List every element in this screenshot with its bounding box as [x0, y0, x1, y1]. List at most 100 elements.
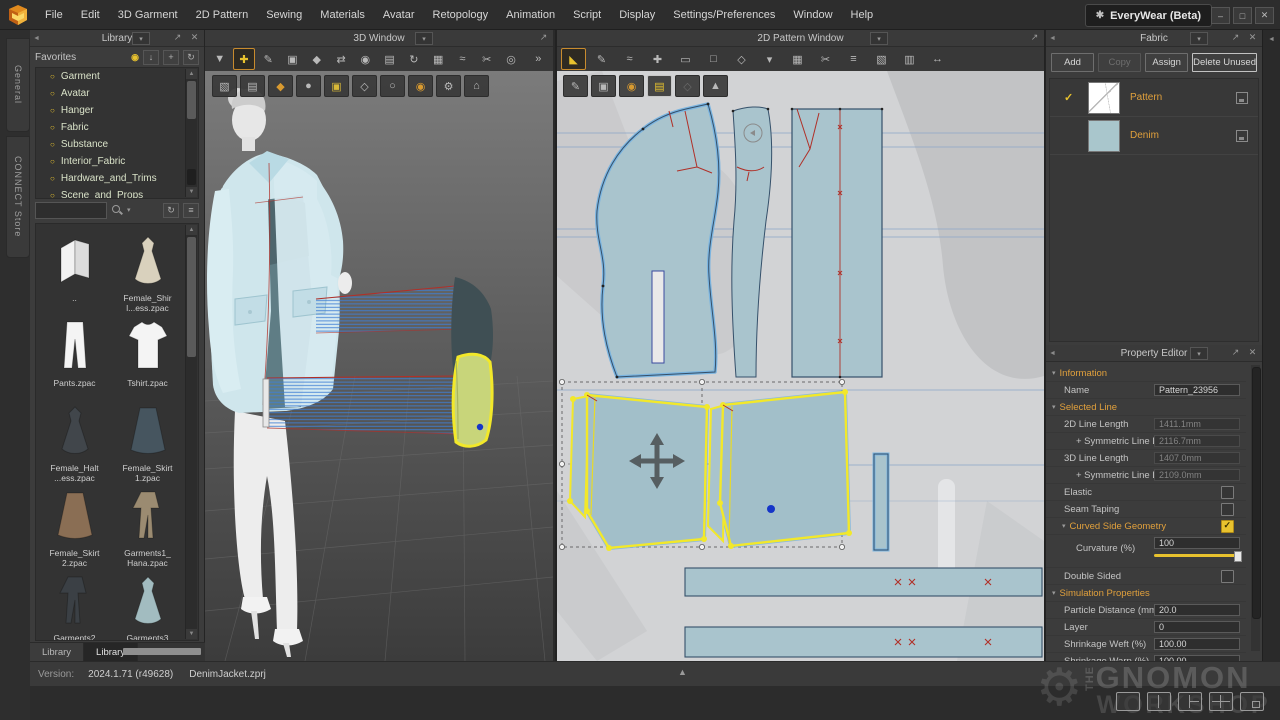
menu-window[interactable]: Window	[784, 0, 841, 30]
close-icon[interactable]: ✕	[1246, 346, 1259, 359]
library-item-garments1-hana-zpac[interactable]: Garments1_Hana.zpac	[111, 485, 184, 569]
favorite-avatar[interactable]: ○Avatar	[36, 85, 198, 102]
cut-and-sew-icon[interactable]: ✂	[813, 48, 838, 70]
import-icon[interactable]: ↓	[143, 50, 159, 65]
pattern-note-icon[interactable]: ▤	[647, 75, 672, 97]
favorite-hanger[interactable]: ○Hanger	[36, 102, 198, 119]
maximize-window-button[interactable]: □	[1233, 7, 1252, 24]
property-scrollbar[interactable]	[1251, 365, 1260, 651]
popout-icon[interactable]: ↗	[1229, 346, 1242, 359]
field-layer[interactable]: 0	[1154, 621, 1240, 633]
library-item-female-skirt-1-zpac[interactable]: Female_Skirt1.zpac	[111, 400, 184, 484]
library-item-pants-zpac[interactable]: Pants.zpac	[38, 315, 111, 399]
layout-quad-icon[interactable]	[1209, 692, 1233, 711]
delete-unused-button[interactable]: Delete Unused	[1192, 53, 1257, 72]
copy-button[interactable]: Copy	[1098, 53, 1141, 72]
dock-pin-icon[interactable]: ◄	[1049, 350, 1056, 357]
select-move-icon[interactable]: ✚	[233, 48, 254, 70]
texture-edit-icon[interactable]: ▧	[869, 48, 894, 70]
popout-icon[interactable]: ↗	[1028, 31, 1041, 44]
menu-avatar[interactable]: Avatar	[374, 0, 424, 30]
search-caret-icon[interactable]: ▾	[127, 206, 131, 214]
measure-icon[interactable]: ↔	[925, 48, 950, 70]
close-icon[interactable]: ✕	[188, 31, 201, 44]
side-tab-connect-store[interactable]: CONNECT Store	[6, 136, 30, 258]
menu-edit[interactable]: Edit	[72, 0, 109, 30]
select-pin-icon[interactable]: ✎	[258, 48, 279, 70]
sewing-lines-icon[interactable]: ≈	[452, 48, 473, 70]
add-button[interactable]: Add	[1051, 53, 1094, 72]
simulation-property-icon[interactable]: ◆	[268, 75, 293, 97]
checkbox-seam-taping[interactable]	[1221, 503, 1234, 516]
layout-column-sub-icon[interactable]	[1178, 692, 1202, 711]
menu-settings-preferences[interactable]: Settings/Preferences	[664, 0, 784, 30]
show-cloth-icon[interactable]: ▤	[240, 75, 265, 97]
pattern-piece-back-panel[interactable]	[791, 108, 884, 379]
favorites-scrollbar[interactable]: ▲ ▼	[185, 69, 197, 197]
scissors-icon[interactable]: ✂	[476, 48, 497, 70]
selected-piece-3d[interactable]	[453, 354, 492, 446]
library-item-female-shir-l-ess-zpac[interactable]: Female_Shirl...ess.zpac	[111, 230, 184, 314]
render-settings-icon[interactable]: ⚙	[436, 75, 461, 97]
menu-sewing[interactable]: Sewing	[257, 0, 311, 30]
transform-pattern-icon[interactable]: ◣	[561, 48, 586, 70]
show-notes-icon[interactable]: ▣	[324, 75, 349, 97]
stripe-tool-icon[interactable]: ▥	[897, 48, 922, 70]
move-gizmo-icon[interactable]: ◉	[355, 48, 376, 70]
popout-icon[interactable]: ↗	[1229, 31, 1242, 44]
add-point-icon[interactable]: ✚	[645, 48, 670, 70]
menu-file[interactable]: File	[36, 0, 72, 30]
dock-pin-icon[interactable]: ◄	[1049, 35, 1056, 42]
pin-tool-icon[interactable]: ◆	[306, 48, 327, 70]
polygon-icon[interactable]: ▭	[673, 48, 698, 70]
menu-display[interactable]: Display	[610, 0, 664, 30]
favorite-hardware-and-trims[interactable]: ○Hardware_and_Trims	[36, 170, 198, 187]
section-simulation-properties[interactable]: ▾Simulation Properties	[1046, 585, 1246, 602]
section-information[interactable]: ▾Information	[1046, 365, 1246, 382]
menu-retopology[interactable]: Retopology	[424, 0, 498, 30]
menu-materials[interactable]: Materials	[311, 0, 374, 30]
tabs-scroll-track[interactable]	[123, 648, 201, 655]
pattern-piece-waistband-2[interactable]	[685, 627, 1042, 657]
texture-surface-icon[interactable]: ◉	[408, 75, 433, 97]
list-view-icon[interactable]: ≡	[183, 203, 199, 218]
menu-2d-pattern[interactable]: 2D Pattern	[187, 0, 258, 30]
everywear-button[interactable]: ✱ EveryWear (Beta)	[1085, 4, 1212, 27]
export-pattern-icon[interactable]: ▲	[703, 75, 728, 97]
save-icon[interactable]	[1236, 130, 1248, 142]
edit-curvature-icon[interactable]: ≈	[617, 48, 642, 70]
save-icon[interactable]	[1236, 92, 1248, 104]
pattern-piece-waistband-1[interactable]	[685, 568, 1042, 596]
checkbox-double-sided[interactable]	[1221, 570, 1234, 583]
menu-3d-garment[interactable]: 3D Garment	[109, 0, 187, 30]
library-dropdown[interactable]: ▾	[132, 32, 150, 45]
pattern-piece-strip[interactable]	[874, 454, 888, 550]
menu-help[interactable]: Help	[842, 0, 883, 30]
section-curved-side-geometry[interactable]: ▾Curved Side Geometry	[1046, 518, 1246, 535]
fabric-item-pattern[interactable]: ✓Pattern	[1050, 79, 1258, 117]
grid-arrangement-icon[interactable]: ▦	[428, 48, 449, 70]
side-tab-general[interactable]: General	[6, 38, 30, 132]
refresh-icon[interactable]: ↻	[183, 50, 199, 65]
fabric-item-denim[interactable]: Denim	[1050, 117, 1258, 155]
trace-icon[interactable]: ▦	[785, 48, 810, 70]
checkbox-curved-side-geometry[interactable]	[1221, 520, 1234, 533]
search-input[interactable]	[35, 202, 107, 219]
favorite-interior-fabric[interactable]: ○Interior_Fabric	[36, 153, 198, 170]
menu-script[interactable]: Script	[564, 0, 610, 30]
library-item-garments2[interactable]: Garments2	[38, 570, 111, 641]
search-icon[interactable]	[111, 204, 123, 216]
viewport-2d-canvas[interactable]	[557, 71, 1044, 661]
slider-curvature[interactable]	[1154, 554, 1240, 557]
notch-icon[interactable]: ▾	[757, 48, 782, 70]
field-shrinkage-weft[interactable]: 100.00	[1154, 638, 1240, 650]
library-item-female-skirt-2-zpac[interactable]: Female_Skirt2.zpac	[38, 485, 111, 569]
viewport-3d-canvas[interactable]	[205, 71, 553, 661]
edit-texture-icon[interactable]: ▣	[591, 75, 616, 97]
favorite-scene-and-props[interactable]: ○Scene_and_Props	[36, 187, 198, 199]
show-garment-icon[interactable]: ▧	[212, 75, 237, 97]
reload-icon[interactable]: ↻	[163, 203, 179, 218]
avatar-display-icon[interactable]: ○	[380, 75, 405, 97]
dart-icon[interactable]: ◇	[729, 48, 754, 70]
arrange-points-icon[interactable]: ▤	[379, 48, 400, 70]
